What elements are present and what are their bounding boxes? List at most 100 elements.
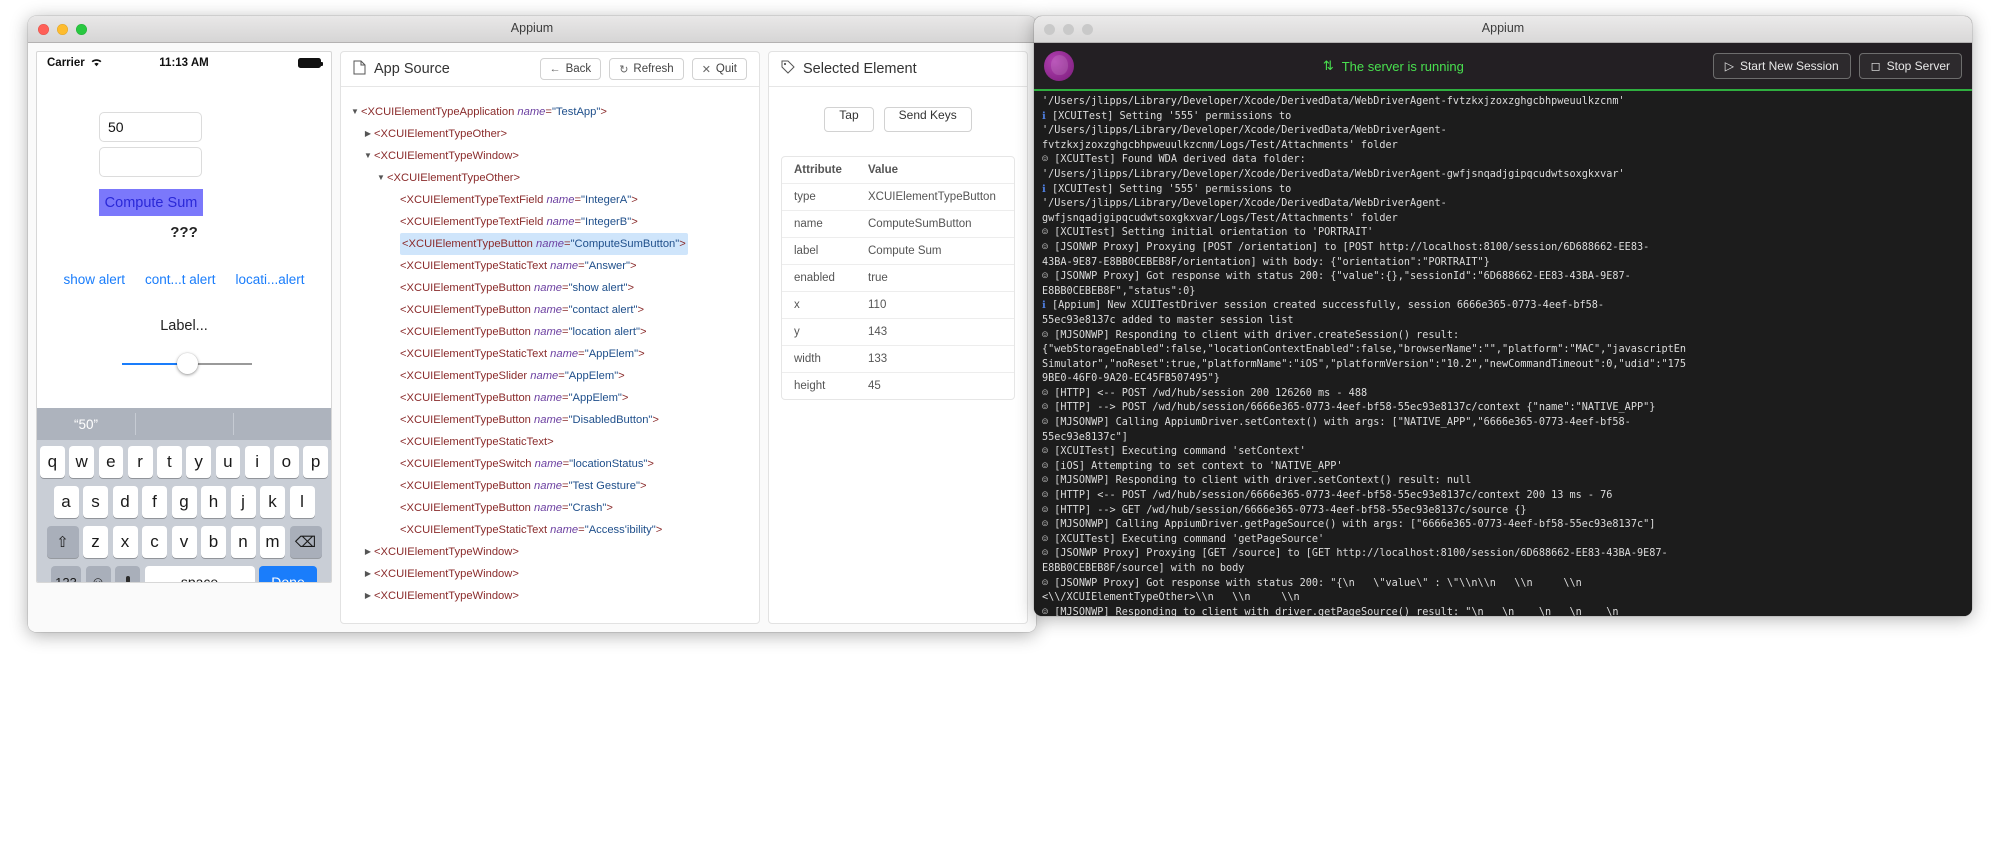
slider-knob[interactable]: [177, 353, 198, 374]
chevron-right-icon[interactable]: ▶: [362, 563, 374, 585]
key-z[interactable]: z: [83, 526, 108, 558]
tree-node[interactable]: ▼ <XCUIElementTypeOther>: [349, 167, 751, 189]
start-new-session-button[interactable]: ▷ Start New Session: [1712, 53, 1851, 79]
key-a[interactable]: a: [53, 486, 79, 518]
key-g[interactable]: g: [171, 486, 197, 518]
key-d[interactable]: d: [112, 486, 138, 518]
bullet-icon: ☺: [1042, 329, 1055, 341]
tree-node-label: <XCUIElementTypeApplication name="TestAp…: [361, 106, 607, 118]
key-l[interactable]: l: [289, 486, 315, 518]
tree-node[interactable]: ▼ <XCUIElementTypeApplication name="TestA…: [349, 101, 751, 123]
key-v[interactable]: v: [171, 526, 197, 558]
shift-key-icon[interactable]: ⇧: [46, 526, 79, 558]
simulator-screen[interactable]: Carrier 11:13 AM 50 Compute Sum ??? show…: [36, 51, 332, 583]
key-s[interactable]: s: [83, 486, 108, 518]
key-r[interactable]: r: [127, 446, 153, 478]
app-slider[interactable]: [122, 353, 252, 374]
chevron-right-icon[interactable]: ▶: [362, 585, 374, 607]
onscreen-keyboard[interactable]: “50” q w e r t y u i o p a s d f g h j k…: [37, 408, 331, 582]
location-alert-button[interactable]: locati...alert: [236, 272, 305, 287]
key-i[interactable]: i: [244, 446, 270, 478]
chevron-right-icon[interactable]: ▶: [362, 541, 374, 563]
tree-node[interactable]: <XCUIElementTypeButton name="show alert"…: [349, 277, 751, 299]
key-u[interactable]: u: [215, 446, 241, 478]
key-j[interactable]: j: [230, 486, 256, 518]
chevron-down-icon[interactable]: ▼: [362, 145, 374, 167]
stop-server-button[interactable]: ◻ Stop Server: [1858, 53, 1962, 79]
source-tree[interactable]: ▼ <XCUIElementTypeApplication name="TestA…: [341, 87, 759, 623]
tree-node[interactable]: <XCUIElementTypeSlider name="AppElem">: [349, 365, 751, 387]
numbers-key[interactable]: 123: [51, 566, 81, 582]
key-x[interactable]: x: [112, 526, 138, 558]
space-key[interactable]: space: [144, 566, 255, 582]
tree-node[interactable]: <XCUIElementTypeButton name="ComputeSumB…: [349, 233, 751, 255]
tree-node[interactable]: <XCUIElementTypeTextField name="IntegerA…: [349, 189, 751, 211]
tree-node[interactable]: <XCUIElementTypeStaticText name="Answer"…: [349, 255, 751, 277]
bullet-icon: ☺: [1042, 519, 1055, 531]
arrow-left-icon: ←: [549, 63, 561, 75]
key-t[interactable]: t: [157, 446, 182, 478]
log-line: ☺ [XCUITest] Executing command 'setConte…: [1042, 445, 1964, 460]
refresh-button[interactable]: ↻ Refresh: [609, 58, 684, 80]
back-button[interactable]: ← Back: [539, 58, 602, 80]
tree-node[interactable]: ▶ <XCUIElementTypeWindow>: [349, 585, 751, 607]
log-line-text: fvtzkxjzoxzghgcbhpweuulkzcnm/Logs/Test/A…: [1042, 139, 1398, 151]
compute-sum-button[interactable]: Compute Sum: [99, 189, 203, 216]
tree-node[interactable]: <XCUIElementTypeTextField name="IntegerB…: [349, 211, 751, 233]
tree-node[interactable]: <XCUIElementTypeStaticText name="AppElem…: [349, 343, 751, 365]
integer-a-field[interactable]: 50: [99, 112, 202, 142]
key-o[interactable]: o: [274, 446, 299, 478]
key-w[interactable]: w: [69, 446, 94, 478]
log-line: ☺ [HTTP] --> GET /wd/hub/session/6666e36…: [1042, 504, 1964, 519]
integer-b-field[interactable]: [99, 147, 202, 177]
key-p[interactable]: p: [303, 446, 328, 478]
key-e[interactable]: e: [98, 446, 124, 478]
done-key[interactable]: Done: [259, 566, 317, 582]
tree-node[interactable]: <XCUIElementTypeButton name="DisabledBut…: [349, 409, 751, 431]
quit-button[interactable]: ✕ Quit: [691, 58, 747, 80]
tree-node[interactable]: ▼ <XCUIElementTypeWindow>: [349, 145, 751, 167]
tree-node[interactable]: <XCUIElementTypeButton name="location al…: [349, 321, 751, 343]
tree-node[interactable]: <XCUIElementTypeButton name="contact ale…: [349, 299, 751, 321]
chevron-right-icon[interactable]: ▶: [362, 123, 374, 145]
tree-node[interactable]: ▶ <XCUIElementTypeWindow>: [349, 563, 751, 585]
key-f[interactable]: f: [142, 486, 167, 518]
chevron-down-icon[interactable]: ▼: [349, 101, 361, 123]
bullet-icon: ☺: [1042, 417, 1055, 429]
key-k[interactable]: k: [260, 486, 285, 518]
attribute-value: 45: [868, 380, 881, 392]
start-new-session-label: Start New Session: [1739, 59, 1839, 73]
keyboard-suggestion-bar[interactable]: “50”: [37, 408, 331, 440]
key-b[interactable]: b: [201, 526, 226, 558]
show-alert-button[interactable]: show alert: [63, 272, 125, 287]
suggestion-1[interactable]: [135, 408, 233, 440]
tree-node[interactable]: <XCUIElementTypeStaticText name="Access'…: [349, 519, 751, 541]
tree-node[interactable]: <XCUIElementTypeButton name="Crash">: [349, 497, 751, 519]
tap-button[interactable]: Tap: [824, 107, 874, 132]
backspace-key-icon[interactable]: ⌫: [289, 526, 322, 558]
key-y[interactable]: y: [186, 446, 211, 478]
emoji-key-icon[interactable]: ☺: [85, 566, 111, 582]
server-log-output[interactable]: '/Users/jlipps/Library/Developer/Xcode/D…: [1034, 91, 1972, 616]
key-q[interactable]: q: [40, 446, 65, 478]
tree-node[interactable]: ▶ <XCUIElementTypeWindow>: [349, 541, 751, 563]
attribute-row: width 133: [782, 346, 1014, 373]
tree-node[interactable]: ▶ <XCUIElementTypeOther>: [349, 123, 751, 145]
send-keys-button[interactable]: Send Keys: [883, 107, 972, 132]
tree-node[interactable]: <XCUIElementTypeButton name="Test Gestur…: [349, 475, 751, 497]
suggestion-2[interactable]: [233, 408, 331, 440]
key-c[interactable]: c: [142, 526, 167, 558]
tree-node[interactable]: <XCUIElementTypeSwitch name="locationSta…: [349, 453, 751, 475]
suggestion-0[interactable]: “50”: [37, 408, 135, 440]
tree-node[interactable]: <XCUIElementTypeStaticText>: [349, 431, 751, 453]
bullet-icon: ☺: [1042, 387, 1055, 399]
key-m[interactable]: m: [260, 526, 285, 558]
contact-alert-button[interactable]: cont...t alert: [145, 272, 216, 287]
key-h[interactable]: h: [201, 486, 226, 518]
selected-element-header: Selected Element: [769, 52, 1027, 87]
key-n[interactable]: n: [230, 526, 256, 558]
dictation-key-icon[interactable]: [115, 566, 140, 582]
tree-node[interactable]: <XCUIElementTypeButton name="AppElem">: [349, 387, 751, 409]
chevron-down-icon[interactable]: ▼: [375, 167, 387, 189]
log-line-text: {"webStorageEnabled":false,"locationCont…: [1042, 344, 1687, 356]
